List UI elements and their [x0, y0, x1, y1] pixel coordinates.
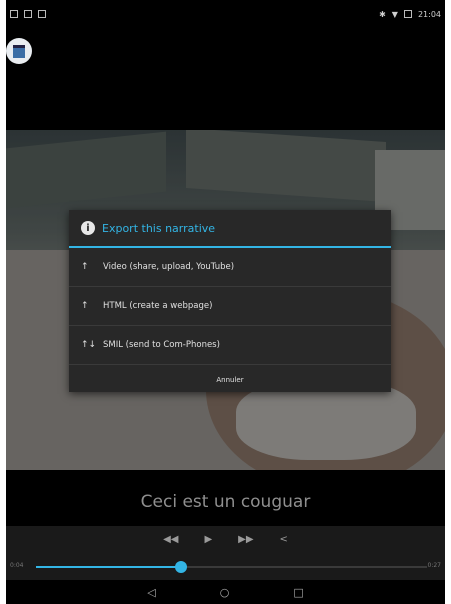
rewind-icon[interactable]: ◀◀ [163, 534, 178, 545]
duration-time: 0:27 [427, 562, 441, 569]
export-video-label: Video (share, upload, YouTube) [103, 262, 235, 272]
recents-icon[interactable]: □ [293, 586, 303, 599]
navigation-bar: ◁ ○ □ [6, 580, 445, 604]
export-html-label: HTML (create a webpage) [103, 301, 213, 311]
play-icon[interactable]: ▶ [204, 534, 212, 545]
battery-icon [403, 10, 412, 18]
export-html-option[interactable]: ↑ HTML (create a webpage) [69, 287, 391, 326]
upload-arrow-icon: ↑ [81, 301, 89, 311]
export-video-option[interactable]: ↑ Video (share, upload, YouTube) [69, 248, 391, 287]
right-border [445, 0, 451, 604]
export-smil-option[interactable]: ↑↓ SMIL (send to Com-Phones) [69, 326, 391, 365]
info-icon: i [81, 221, 95, 235]
wifi-icon: ▼ [391, 9, 398, 19]
seek-bar-progress [36, 566, 181, 568]
up-down-arrow-icon: ↑↓ [81, 340, 97, 350]
cancel-button[interactable]: Annuler [69, 365, 391, 394]
elapsed-time: 0:04 [10, 562, 24, 569]
media-controls: ◀◀ ▶ ▶▶ < 0:04 0:27 [6, 526, 445, 580]
caption-text: Ceci est un couguar [140, 492, 311, 512]
share-icon[interactable]: < [280, 534, 288, 545]
export-smil-label: SMIL (send to Com-Phones) [103, 340, 220, 350]
screen: ✱ ▼ 21:04 i Export this narrative ↑ Vide… [0, 0, 451, 604]
back-icon[interactable]: ◁ [147, 586, 155, 599]
export-dialog: i Export this narrative ↑ Video (share, … [69, 210, 391, 392]
sd-card-icon [24, 10, 32, 18]
clock: 21:04 [417, 9, 441, 19]
notification-icon [10, 10, 18, 18]
seek-bar[interactable] [36, 561, 427, 573]
bluetooth-icon: ✱ [379, 9, 386, 19]
app-launcher-icon[interactable] [6, 38, 32, 64]
home-icon[interactable]: ○ [220, 586, 230, 599]
seek-bar-thumb[interactable] [174, 561, 187, 573]
dialog-header: i Export this narrative [69, 210, 391, 248]
status-bar: ✱ ▼ 21:04 [6, 6, 445, 22]
upload-arrow-icon: ↑ [81, 262, 89, 272]
fast-forward-icon[interactable]: ▶▶ [238, 534, 253, 545]
dialog-title: Export this narrative [102, 221, 216, 235]
camera-icon [38, 10, 46, 18]
